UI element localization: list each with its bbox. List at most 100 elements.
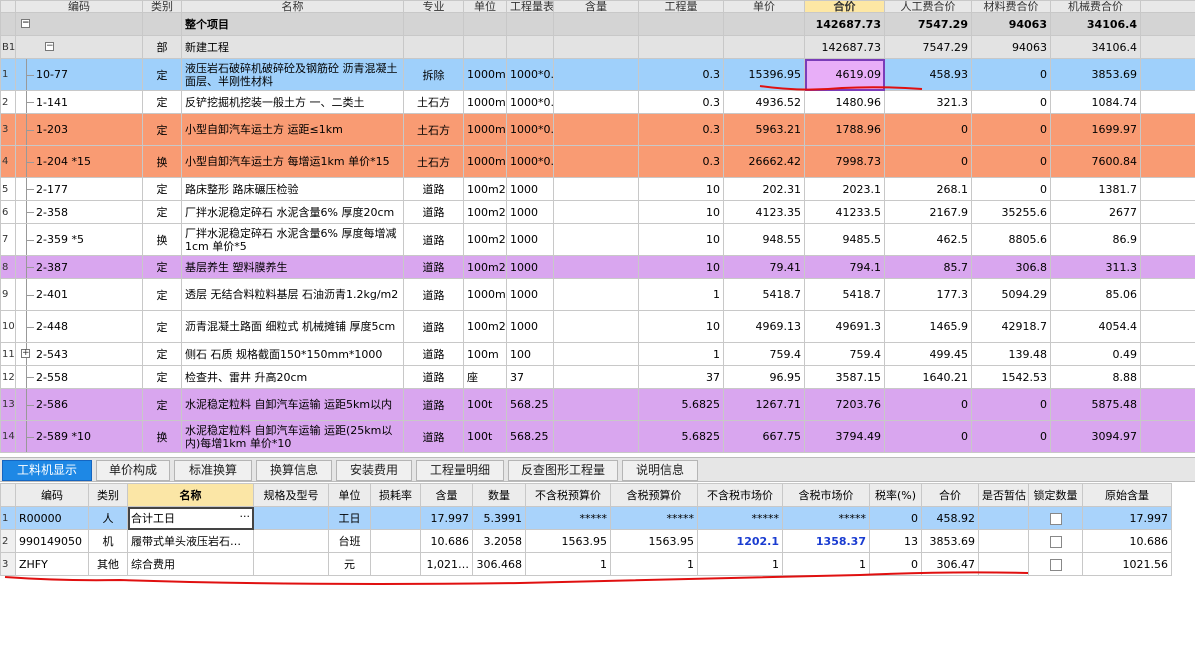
row-number[interactable]: 5 (0, 177, 16, 201)
category-cell[interactable]: 人 (88, 506, 128, 530)
major-cell[interactable]: 道路 (403, 223, 464, 256)
tab-reverse-check-quantity[interactable]: 反查图形工程量 (508, 460, 618, 481)
tax-cell[interactable]: 0 (869, 552, 922, 576)
unit-cell[interactable]: 座 (463, 365, 507, 389)
orig-cell[interactable]: 1021.56 (1082, 552, 1172, 576)
total-cell[interactable]: 3853.69 (921, 529, 979, 553)
name-cell[interactable]: 厂拌水泥稳定碎石 水泥含量6% 厚度每增减1cm 单价*5 (181, 223, 404, 256)
name-cell[interactable]: 综合费用 (127, 552, 254, 576)
resource-row[interactable]: 3 ZHFY 其他 综合费用 元 1,021… 306.468 1 1 1 1 … (0, 552, 1172, 576)
unit-cell[interactable]: 1000m3 (463, 58, 507, 91)
content-cell[interactable]: 17.997 (420, 506, 473, 530)
table-row[interactable]: 14 2-589 *10 换水泥稳定粒料 自卸汽车运输 运距(25km以内)每增1k… (0, 420, 1195, 453)
resource-row[interactable]: 2 990149050 机 履带式单头液压岩石… 台班 10.686 3.205… (0, 529, 1172, 553)
bheader-total[interactable]: 合价 (921, 483, 979, 507)
category-cell[interactable]: 换 (142, 223, 182, 256)
total-cell[interactable]: 5418.7 (804, 278, 885, 311)
quantity-cell[interactable]: 10 (638, 310, 724, 343)
row-number[interactable]: 8 (0, 255, 16, 279)
unit-cell[interactable]: 100t (463, 420, 507, 453)
machine-cell[interactable]: 4054.4 (1050, 310, 1141, 343)
pre-ex-cell[interactable]: 1563.95 (525, 529, 611, 553)
labor-cell[interactable]: 177.3 (884, 278, 972, 311)
code-cell[interactable]: 2-358 (15, 200, 143, 224)
price-cell[interactable]: 202.31 (723, 177, 805, 201)
expression-cell[interactable]: 1000*0.3 (506, 90, 554, 114)
name-cell[interactable]: 水泥稳定粒料 自卸汽车运输 运距(25km以内)每增1km 单价*10 (181, 420, 404, 453)
labor-cell[interactable]: 1465.9 (884, 310, 972, 343)
mkt-ex-cell[interactable]: 1202.1 (697, 529, 783, 553)
material-cell[interactable]: 42918.7 (971, 310, 1051, 343)
major-cell[interactable]: 土石方 (403, 145, 464, 178)
machine-cell[interactable]: 86.9 (1050, 223, 1141, 256)
pre-in-cell[interactable]: 1563.95 (610, 529, 698, 553)
unit-cell[interactable]: 100m2 (463, 223, 507, 256)
category-cell[interactable]: 定 (142, 365, 182, 389)
category-cell[interactable]: 机 (88, 529, 128, 553)
unit-cell[interactable]: 100m2 (463, 200, 507, 224)
labor-cell[interactable]: 1640.21 (884, 365, 972, 389)
labor-cell[interactable]: 268.1 (884, 177, 972, 201)
content-cell[interactable] (553, 177, 639, 201)
content-cell[interactable] (553, 365, 639, 389)
material-cell[interactable]: 0 (971, 420, 1051, 453)
category-cell[interactable]: 定 (142, 58, 182, 91)
machine-cell[interactable]: 85.06 (1050, 278, 1141, 311)
expression-cell[interactable]: 1000*0.3 (506, 58, 554, 91)
category-cell[interactable]: 定 (142, 255, 182, 279)
material-cell[interactable]: 35255.6 (971, 200, 1051, 224)
material-cell[interactable]: 0 (971, 177, 1051, 201)
code-cell[interactable]: 2-359 *5 (15, 223, 143, 256)
price-cell[interactable]: 15396.95 (723, 58, 805, 91)
table-row[interactable]: 2 1-141 定反铲挖掘机挖装一般土方 一、二类土 土石方1000m31000*0.… (0, 90, 1195, 114)
labor-cell[interactable]: 462.5 (884, 223, 972, 256)
category-cell[interactable]: 定 (142, 388, 182, 421)
major-cell[interactable]: 道路 (403, 200, 464, 224)
machine-cell[interactable]: 0.49 (1050, 342, 1141, 366)
labor-cell[interactable]: 0 (884, 113, 972, 146)
header-material[interactable]: 材料费合价 (971, 0, 1051, 13)
code-cell[interactable]: 1-203 (15, 113, 143, 146)
bheader-mkt-in[interactable]: 含税市场价 (782, 483, 870, 507)
material-cell[interactable]: 0 (971, 145, 1051, 178)
content-cell[interactable]: 1,021… (420, 552, 473, 576)
total-cell[interactable]: 7998.73 (804, 145, 885, 178)
loss-cell[interactable] (370, 552, 421, 576)
table-row[interactable]: 6 2-358 定厂拌水泥稳定碎石 水泥含量6% 厚度20cm 道路 100m2 1000… (0, 200, 1195, 224)
row-number[interactable]: 7 (0, 223, 16, 256)
category-cell[interactable]: 其他 (88, 552, 128, 576)
quantity-cell[interactable]: 10 (638, 255, 724, 279)
table-row[interactable]: 10 2-448 定沥青混凝土路面 细粒式 机械摊铺 厚度5cm 道路 100m2 100… (0, 310, 1195, 343)
mkt-ex-cell[interactable]: ***** (697, 506, 783, 530)
estimate-cell[interactable] (978, 529, 1029, 553)
category-cell[interactable]: 换 (142, 420, 182, 453)
total-cell[interactable]: 1480.96 (804, 90, 885, 114)
bheader-content[interactable]: 含量 (420, 483, 473, 507)
lock-checkbox[interactable] (1049, 535, 1062, 548)
mkt-in-cell[interactable]: 1358.37 (782, 529, 870, 553)
major-cell[interactable]: 道路 (403, 342, 464, 366)
name-cell[interactable]: 液压岩石破碎机破碎砼及钢筋砼 沥青混凝土面层、半刚性材料 (181, 58, 404, 91)
extra-cell[interactable] (1140, 177, 1195, 201)
extra-cell[interactable] (1140, 200, 1195, 224)
price-cell[interactable]: 4936.52 (723, 90, 805, 114)
unit-cell[interactable]: 100m2 (463, 255, 507, 279)
material-cell[interactable]: 306.8 (971, 255, 1051, 279)
row-number[interactable]: 9 (0, 278, 16, 311)
machine-cell[interactable]: 2677 (1050, 200, 1141, 224)
machine-cell[interactable]: 5875.48 (1050, 388, 1141, 421)
tab-quantity-details[interactable]: 工程量明细 (416, 460, 504, 481)
price-cell[interactable]: 759.4 (723, 342, 805, 366)
labor-cell[interactable]: 0 (884, 388, 972, 421)
extra-cell[interactable] (1140, 145, 1195, 178)
major-cell[interactable]: 道路 (403, 420, 464, 453)
quantity-cell[interactable]: 10 (638, 223, 724, 256)
total-cell[interactable]: 3794.49 (804, 420, 885, 453)
total-cell[interactable]: 1788.96 (804, 113, 885, 146)
total-cell[interactable]: 458.92 (921, 506, 979, 530)
bheader-lock[interactable]: 锁定数量 (1028, 483, 1083, 507)
name-cell[interactable]: 合计工日 ··· (127, 506, 254, 530)
major-cell[interactable]: 道路 (403, 388, 464, 421)
department-row[interactable]: B1 − 部 新建工程 142687.73 7547.29 94063 3410… (0, 35, 1195, 59)
name-cell[interactable]: 侧石 石质 规格截面150*150mm*1000 (181, 342, 404, 366)
